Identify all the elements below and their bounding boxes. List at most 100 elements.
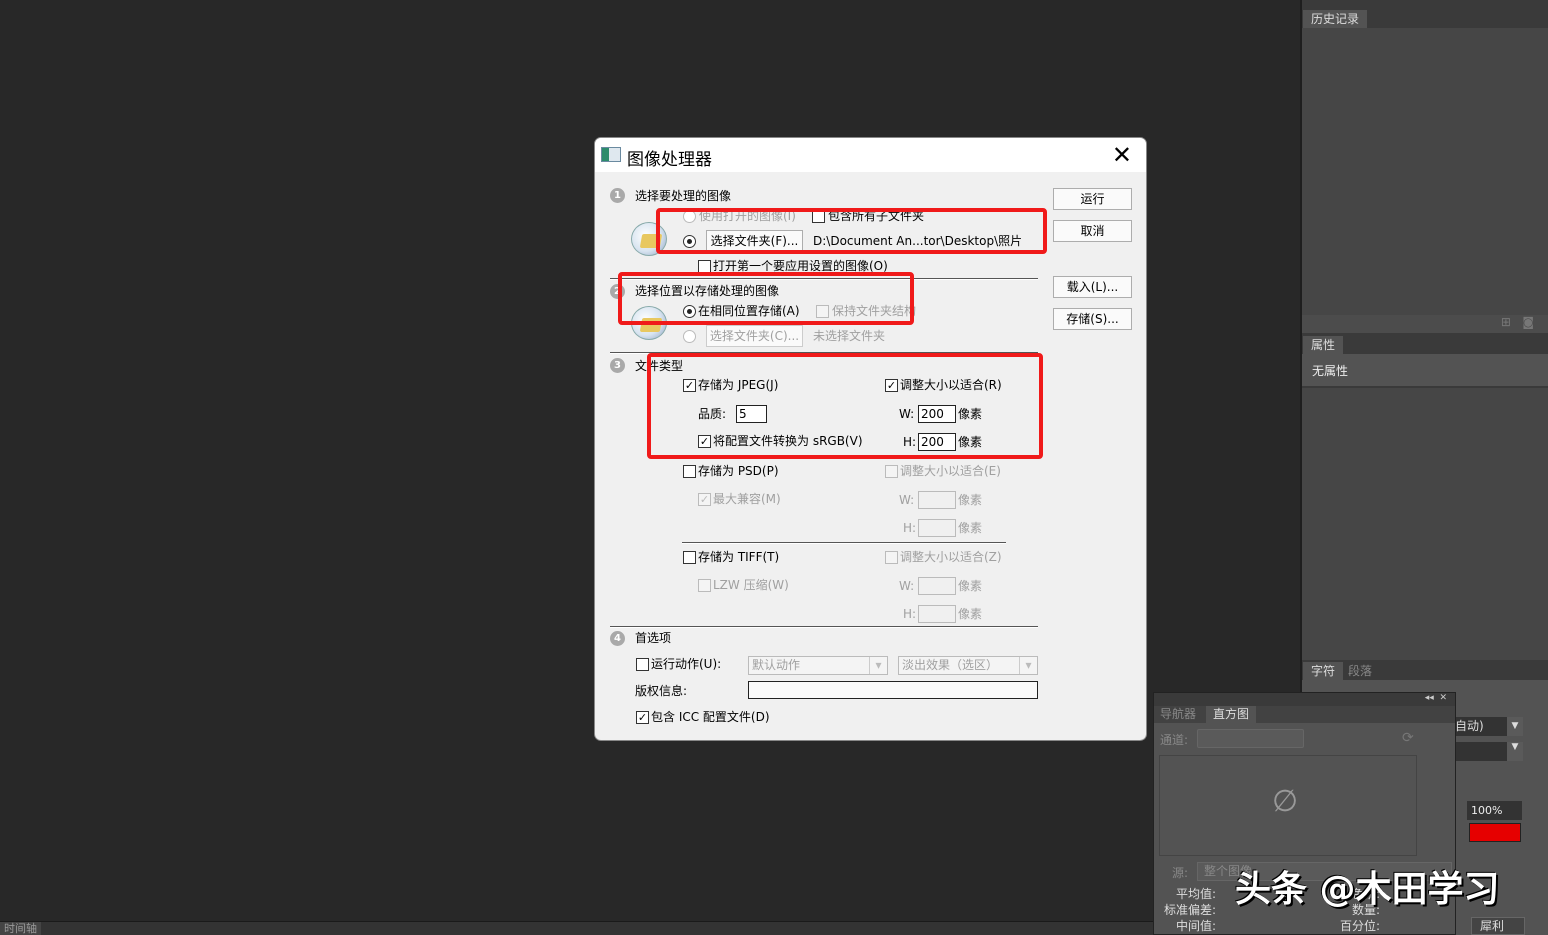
scale-input[interactable]: 100% — [1467, 801, 1522, 820]
tab-paragraph[interactable]: 段落 — [1348, 662, 1372, 680]
select-folder-radio[interactable] — [683, 235, 696, 248]
px-unit: 像素 — [958, 407, 983, 421]
psd-resize-checkbox[interactable] — [885, 465, 898, 478]
step-3-badge: 3 — [610, 358, 625, 373]
convert-srgb-checkbox[interactable]: ✓ — [698, 435, 711, 448]
jpeg-width-input[interactable]: 200 — [918, 405, 956, 423]
new-document-icon[interactable]: ⊞ — [1501, 315, 1511, 329]
channel-select[interactable] — [1197, 729, 1304, 748]
image-processor-dialog: 图像处理器 ✕ 运行 取消 载入(L)... 存储(S)... 1 选择要处理的… — [594, 137, 1147, 741]
tiff-resize-label: 调整大小以适合(Z) — [900, 550, 1002, 564]
open-first-image-checkbox[interactable] — [698, 260, 711, 273]
px-unit: 像素 — [958, 435, 983, 449]
refresh-icon[interactable]: ⟳ — [1402, 730, 1414, 746]
tiff-w-label: W: — [899, 579, 915, 593]
stats-left: 平均值: 标准偏差: 中间值: — [1163, 887, 1216, 933]
run-button[interactable]: 运行 — [1053, 188, 1132, 210]
same-location-label: 在相同位置存储(A) — [698, 304, 800, 318]
include-subfolders-checkbox[interactable] — [812, 210, 825, 223]
step-4-badge: 4 — [610, 631, 625, 646]
jpeg-height-input[interactable]: 200 — [918, 433, 956, 451]
step-2-badge: 2 — [610, 284, 625, 299]
px-unit: 像素 — [958, 607, 983, 621]
tab-navigator[interactable]: 导航器 — [1160, 706, 1196, 723]
psd-w-label: W: — [899, 493, 915, 507]
keep-structure-label: 保持文件夹结构 — [832, 304, 917, 318]
same-location-radio[interactable] — [683, 305, 696, 318]
save-tiff-label: 存储为 TIFF(T) — [698, 550, 780, 564]
copyright-label: 版权信息: — [635, 684, 688, 698]
dialog-title: 图像处理器 — [627, 150, 712, 170]
lzw-checkbox[interactable] — [698, 579, 711, 592]
select-dest-folder-radio[interactable] — [683, 330, 696, 343]
source-label: 源: — [1172, 866, 1189, 880]
use-open-images-radio[interactable] — [683, 210, 696, 223]
copyright-input[interactable] — [748, 681, 1038, 699]
save-button[interactable]: 存储(S)... — [1053, 308, 1132, 330]
app-icon — [601, 147, 621, 162]
jpeg-resize-checkbox[interactable]: ✓ — [885, 379, 898, 392]
tiff-height-input[interactable] — [918, 605, 956, 623]
empty-panel — [1302, 388, 1548, 660]
px-unit: 像素 — [958, 579, 983, 593]
properties-panel: 无属性 — [1302, 354, 1548, 386]
quality-input[interactable]: 5 — [736, 405, 767, 423]
lzw-label: LZW 压缩(W) — [713, 578, 789, 592]
keep-structure-checkbox[interactable] — [816, 305, 829, 318]
tab-timeline[interactable]: 时间轴 — [0, 922, 41, 935]
dest-path: 未选择文件夹 — [813, 329, 886, 343]
tab-histogram[interactable]: 直方图 — [1206, 706, 1257, 723]
divider — [610, 278, 1038, 280]
section-2-title: 选择位置以存储处理的图像 — [635, 284, 780, 298]
max-compat-checkbox[interactable]: ✓ — [698, 493, 711, 506]
save-tiff-checkbox[interactable] — [683, 551, 696, 564]
folder-icon — [631, 306, 667, 340]
run-action-label: 运行动作(U): — [651, 657, 722, 671]
camera-icon[interactable]: ◙ — [1522, 315, 1534, 329]
divider — [610, 626, 1038, 628]
action-select[interactable]: 淡出效果（选区） — [898, 656, 1038, 675]
include-subfolders-label: 包含所有子文件夹 — [828, 209, 925, 223]
font-size-select[interactable]: ▼ — [1455, 742, 1523, 761]
load-button[interactable]: 载入(L)... — [1053, 276, 1132, 298]
psd-height-input[interactable] — [918, 519, 956, 537]
section-4-title: 首选项 — [635, 631, 672, 645]
psd-width-input[interactable] — [918, 491, 956, 509]
select-source-folder-button[interactable]: 选择文件夹(F)... — [706, 230, 803, 252]
cancel-button[interactable]: 取消 — [1053, 220, 1132, 242]
px-unit: 像素 — [958, 493, 983, 507]
tab-character[interactable]: 字符 — [1303, 662, 1344, 680]
jpeg-resize-label: 调整大小以适合(R) — [900, 378, 1002, 392]
tab-history[interactable]: 历史记录 — [1303, 10, 1368, 28]
color-swatch[interactable] — [1469, 823, 1521, 842]
jpeg-h-label: H: — [903, 435, 917, 449]
tiff-resize-checkbox[interactable] — [885, 551, 898, 564]
save-jpeg-label: 存储为 JPEG(J) — [698, 378, 779, 392]
font-weight-select[interactable]: 自动) ▼ — [1455, 717, 1523, 736]
px-unit: 像素 — [958, 521, 983, 535]
histogram-area: ∅ — [1159, 755, 1417, 856]
divider — [682, 542, 1006, 544]
properties-empty: 无属性 — [1312, 364, 1349, 378]
section-3-title: 文件类型 — [635, 359, 684, 373]
include-icc-checkbox[interactable]: ✓ — [636, 711, 649, 724]
watermark: 头条 @木田学习 — [1235, 869, 1500, 910]
tab-properties[interactable]: 属性 — [1303, 336, 1344, 354]
save-jpeg-checkbox[interactable]: ✓ — [683, 379, 696, 392]
panel-header: ◂◂ ✕ — [1154, 693, 1455, 706]
antialias-select[interactable]: 犀利 — [1471, 917, 1525, 935]
run-action-checkbox[interactable] — [636, 658, 649, 671]
save-psd-label: 存储为 PSD(P) — [698, 464, 779, 478]
select-dest-folder-button[interactable]: 选择文件夹(C)... — [706, 325, 803, 347]
include-icc-label: 包含 ICC 配置文件(D) — [651, 710, 770, 724]
psd-resize-label: 调整大小以适合(E) — [900, 464, 1001, 478]
empty-set-icon: ∅ — [1272, 784, 1299, 819]
psd-h-label: H: — [903, 521, 917, 535]
action-set-select[interactable]: 默认动作 — [748, 656, 888, 675]
close-icon[interactable]: ✕ — [1112, 141, 1132, 169]
timeline-bar — [0, 921, 1153, 935]
jpeg-w-label: W: — [899, 407, 915, 421]
convert-srgb-label: 将配置文件转换为 sRGB(V) — [713, 434, 863, 448]
tiff-width-input[interactable] — [918, 577, 956, 595]
save-psd-checkbox[interactable] — [683, 465, 696, 478]
